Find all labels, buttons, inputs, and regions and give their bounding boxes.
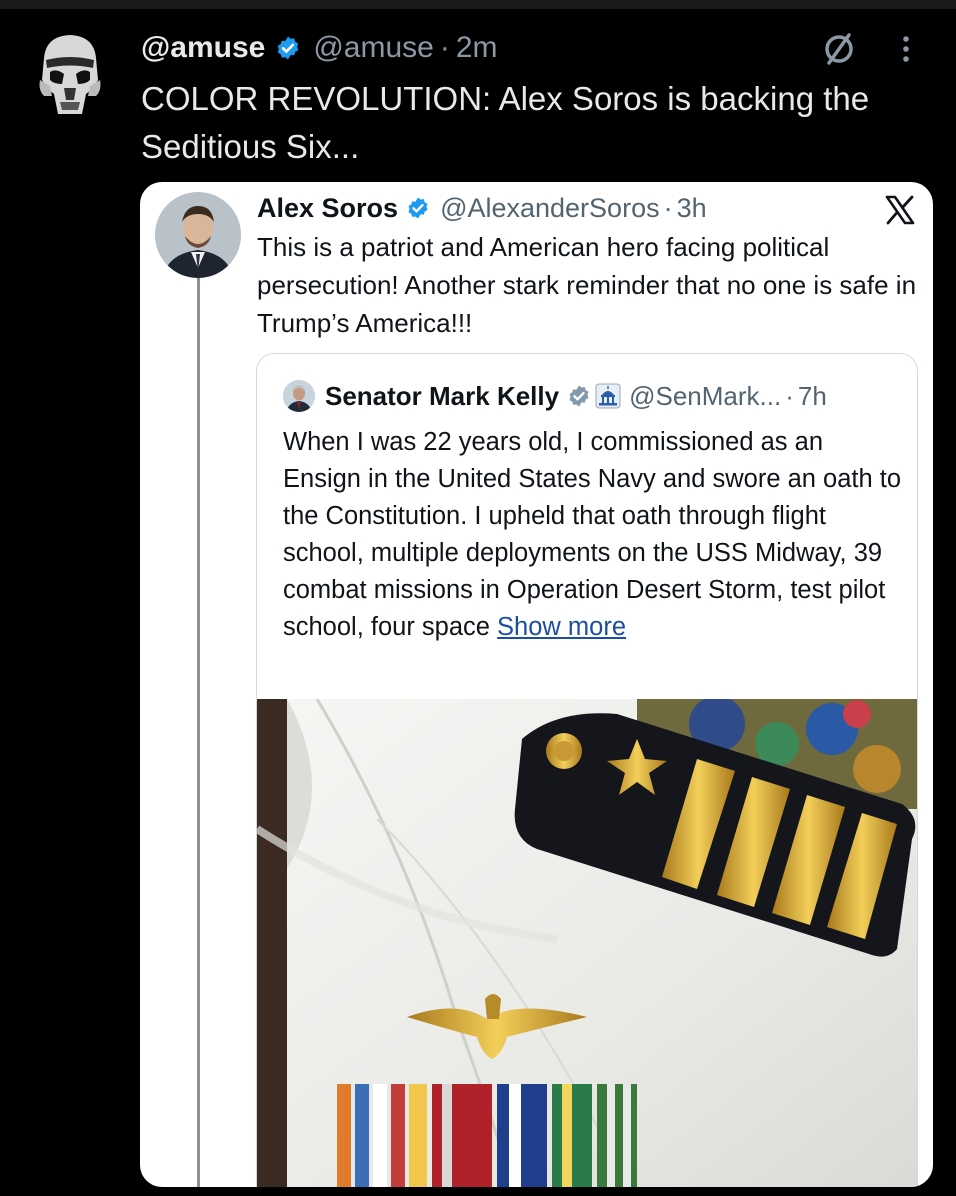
nested-display-name[interactable]: Senator Mark Kelly <box>325 381 559 412</box>
circle-slash-icon[interactable] <box>818 28 860 75</box>
nested-quote-body: When I was 22 years old, I commissioned … <box>283 428 902 641</box>
uniform-photo[interactable] <box>257 696 917 1187</box>
nested-timestamp[interactable]: 7h <box>798 381 827 412</box>
nested-quote-text: When I was 22 years old, I commissioned … <box>283 424 903 646</box>
outer-post-actions <box>818 28 912 75</box>
gray-verified-badge-icon <box>567 384 591 408</box>
outer-timestamp[interactable]: 2m <box>456 31 498 65</box>
outer-handle[interactable]: @amuse <box>313 31 434 65</box>
thread-line <box>197 277 200 1187</box>
show-more-link[interactable]: Show more <box>497 613 626 641</box>
nested-quote-card[interactable]: Senator Mark Kelly @SenMark... · 7h When… <box>256 353 918 1187</box>
x-logo-icon <box>884 194 916 226</box>
nested-handle[interactable]: @SenMark... <box>629 381 781 412</box>
verified-badge-icon <box>275 35 301 61</box>
more-vertical-icon[interactable] <box>900 31 912 72</box>
separator-dot: · <box>663 192 673 223</box>
outer-post-text: COLOR REVOLUTION: Alex Soros is backing … <box>141 80 870 165</box>
outer-post-header: @amuse @amuse · 2m <box>141 28 498 68</box>
capitol-building-icon <box>595 383 621 409</box>
quoted-handle[interactable]: @AlexanderSoros <box>440 193 660 224</box>
mark-kelly-avatar[interactable] <box>283 380 315 412</box>
verified-badge-icon <box>406 196 430 220</box>
quoted-display-name[interactable]: Alex Soros <box>257 193 398 224</box>
top-divider <box>0 0 956 9</box>
nested-quote-header: Senator Mark Kelly @SenMark... · 7h <box>283 378 827 414</box>
quoted-post-text: This is a patriot and American hero faci… <box>257 232 917 338</box>
separator-dot: · <box>785 380 794 411</box>
quoted-timestamp[interactable]: 3h <box>677 193 707 224</box>
separator-dot: · <box>439 31 450 64</box>
quoted-post-header: Alex Soros @AlexanderSoros · 3h <box>257 190 707 226</box>
embedded-post-card[interactable]: Alex Soros @AlexanderSoros · 3h This is … <box>140 182 933 1187</box>
alex-soros-avatar[interactable] <box>155 192 241 278</box>
amuse-avatar[interactable] <box>30 30 110 120</box>
outer-display-name[interactable]: @amuse <box>141 31 265 65</box>
